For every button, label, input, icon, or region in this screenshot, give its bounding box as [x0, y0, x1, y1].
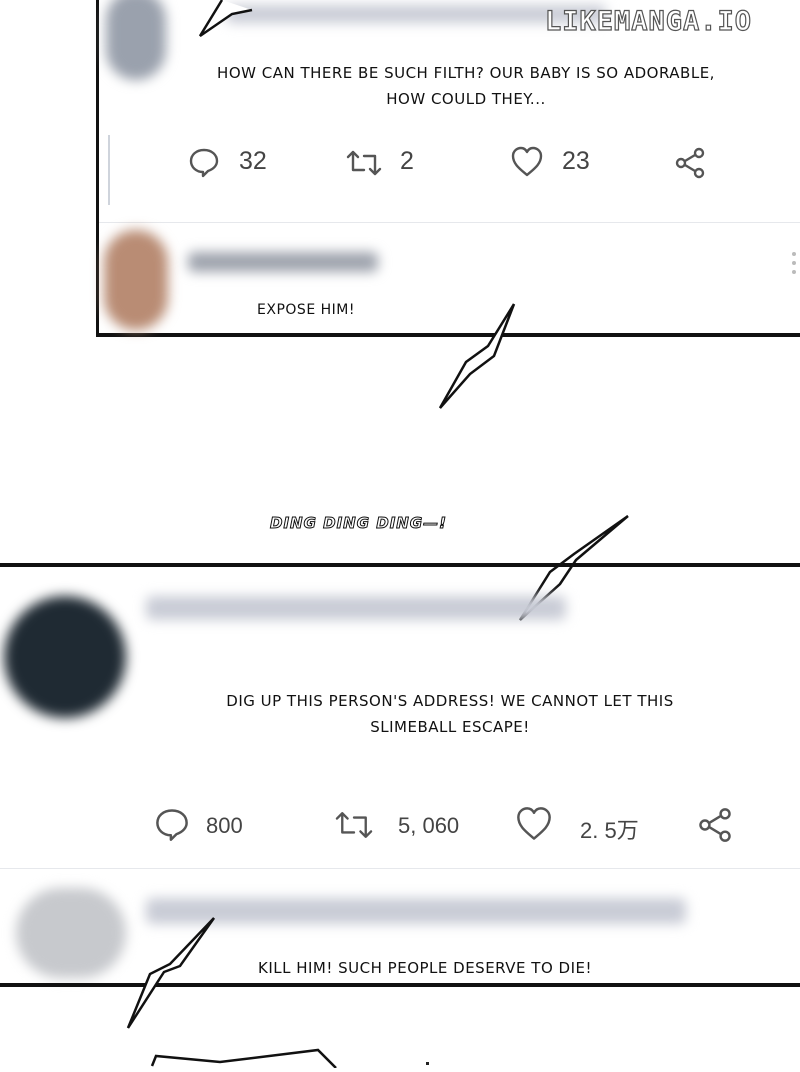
more-options-icon[interactable] [790, 250, 798, 280]
reply-text: KILL HIM! SUCH PEOPLE DESERVE TO DIE! [257, 959, 592, 977]
avatar[interactable] [16, 888, 126, 978]
post-divider [99, 222, 800, 223]
retweet-count: 5, 060 [398, 813, 460, 838]
bottom-panel-top-border [0, 563, 800, 567]
heart-icon[interactable] [515, 806, 553, 842]
username-blurred[interactable] [146, 898, 686, 924]
post-text: HOW CAN THERE BE SUCH FILTH? OUR BABY IS… [156, 60, 776, 112]
comment-count: 800 [206, 813, 243, 838]
watermark: LIKEMANGA.IO [544, 5, 753, 37]
post-text-line1: DIG UP THIS PERSON'S ADDRESS! WE CANNOT … [226, 692, 674, 710]
share-icon[interactable] [673, 146, 707, 180]
username-blurred[interactable] [188, 252, 378, 272]
share-icon[interactable] [696, 806, 734, 844]
lightning-connector [124, 916, 220, 1036]
like-count: 23 [562, 147, 590, 175]
post-text: DIG UP THIS PERSON'S ADDRESS! WE CANNOT … [150, 688, 750, 740]
post-text-line2: HOW COULD THEY... [386, 90, 546, 108]
comment-icon[interactable] [188, 146, 220, 178]
retweet-count: 2 [400, 147, 414, 175]
username-blurred[interactable] [146, 596, 566, 620]
post-text-line2: SLIMEBALL ESCAPE! [370, 718, 530, 736]
comment-count: 32 [239, 147, 267, 175]
post-text-line1: HOW CAN THERE BE SUCH FILTH? OUR BABY IS… [217, 64, 715, 82]
heart-icon[interactable] [510, 146, 544, 178]
retweet-icon[interactable] [344, 148, 384, 178]
next-panel-edge [150, 1048, 340, 1072]
like-count: 2. 5万 [580, 818, 639, 843]
post-divider [0, 868, 800, 869]
avatar[interactable] [4, 596, 126, 718]
top-panel: HOW CAN THERE BE SUCH FILTH? OUR BABY IS… [96, 0, 800, 337]
reply-text: EXPOSE HIM! [257, 302, 355, 318]
lightning-connector [436, 300, 526, 416]
bottom-panel-bottom-border [0, 983, 800, 987]
thread-line [108, 135, 110, 205]
top-panel-left-border [96, 0, 99, 336]
avatar[interactable] [104, 230, 168, 330]
sfx-text: DING DING DING—! [270, 514, 447, 533]
speech-bubble-tail [192, 0, 262, 44]
retweet-icon[interactable] [332, 809, 376, 841]
dot-mark [426, 1062, 429, 1065]
comment-icon[interactable] [154, 806, 190, 842]
